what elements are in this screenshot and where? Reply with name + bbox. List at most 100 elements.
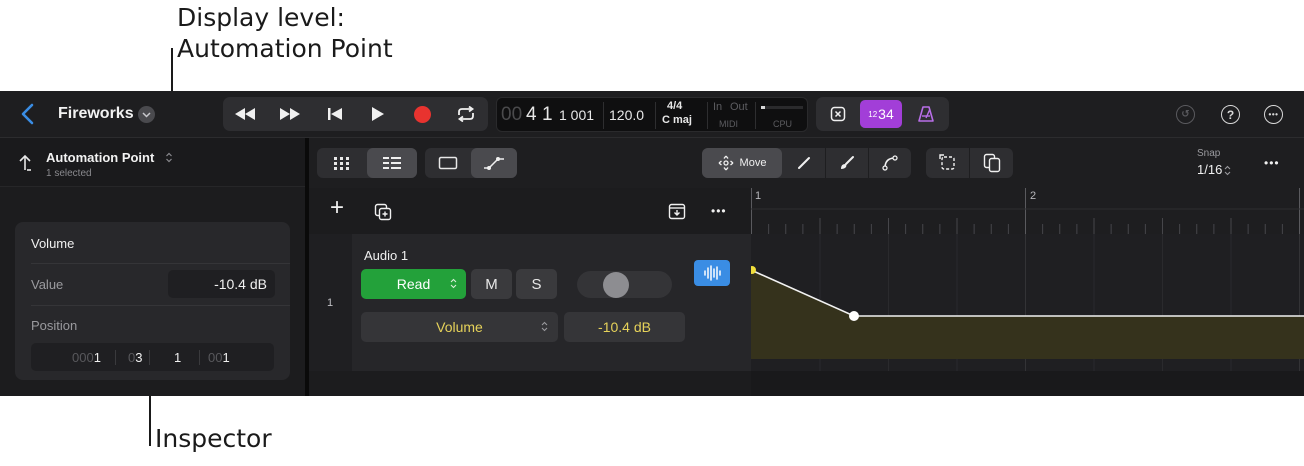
level-up-icon[interactable] (17, 153, 33, 171)
duplicate-track-icon[interactable] (374, 203, 392, 221)
position-beat[interactable]: 03 (128, 350, 142, 365)
play-icon (372, 107, 384, 121)
metronome-button[interactable] (906, 97, 946, 131)
track-header-more-icon[interactable]: ••• (711, 204, 727, 218)
parameter-chevron-icon (541, 321, 548, 332)
automation-curve-icon (484, 157, 504, 170)
go-to-start-button[interactable] (315, 97, 355, 131)
pan-slider[interactable] (577, 271, 672, 298)
pan-knob[interactable] (603, 272, 629, 298)
display-level-chevron-icon[interactable] (165, 151, 173, 164)
lcd-midi-label: MIDI (719, 119, 738, 129)
add-track-icon[interactable]: + (330, 196, 344, 220)
empty-track-area (751, 371, 1304, 396)
automation-point-selected[interactable] (849, 311, 859, 321)
go-to-start-icon (328, 108, 342, 120)
count-in-button[interactable]: 12 34 (860, 100, 902, 128)
divider (31, 263, 290, 264)
lcd-out-label: Out (730, 101, 748, 113)
marquee-icon (938, 154, 955, 170)
automation-parameter-value[interactable]: -10.4 dB (564, 312, 685, 342)
lcd-display[interactable]: 00 4 1 1 001 120.0 4/4 C maj In Out MIDI… (496, 97, 808, 132)
mute-button[interactable]: M (471, 269, 512, 299)
curve-tool-button[interactable] (869, 148, 911, 178)
project-title[interactable]: Fireworks (58, 105, 134, 123)
pencil-tool-button[interactable] (782, 148, 825, 178)
cycle-icon (457, 106, 475, 122)
undo-history-icon[interactable]: ↺ (1176, 105, 1195, 124)
rewind-button[interactable] (225, 97, 265, 131)
snap-chevron-icon[interactable] (1224, 165, 1231, 176)
track-number: 1 (327, 297, 334, 309)
automation-lane[interactable] (751, 234, 1304, 371)
view-toggle-group (317, 148, 417, 178)
count-in-main: 34 (878, 106, 894, 122)
tracks-area[interactable]: 1 2 (751, 188, 1304, 396)
edit-group (926, 148, 1013, 178)
lcd-tempo: 120.0 (609, 107, 645, 123)
callout-display-level: Display level: Automation Point (177, 3, 393, 63)
volume-section-title: Volume (31, 236, 75, 251)
position-bar[interactable]: 0001 (72, 350, 101, 365)
automation-view-button[interactable] (471, 148, 517, 178)
marquee-button[interactable] (926, 148, 969, 178)
tracks-toolbar: Move Snap 1/16 ••• (309, 138, 1304, 188)
lcd-separator (655, 102, 656, 129)
mode-buttons: 12 34 (816, 97, 949, 131)
fast-forward-button[interactable] (270, 97, 310, 131)
solo-button[interactable]: S (516, 269, 557, 299)
position-division[interactable]: 1 (174, 350, 181, 365)
snap-label: Snap (1197, 148, 1221, 159)
track-header[interactable]: 1 Audio 1 Read M S Volume -10.4 dB (309, 234, 751, 371)
ruler[interactable]: 1 2 (751, 188, 1304, 234)
automation-mode-button[interactable] (818, 97, 858, 131)
move-tool-button[interactable]: Move (702, 148, 782, 178)
automation-parameter-selector[interactable]: Volume (361, 312, 558, 342)
brush-tool-button[interactable] (826, 148, 868, 178)
value-field[interactable]: -10.4 dB (168, 270, 275, 298)
position-tick[interactable]: 001 (208, 350, 230, 365)
display-toggle-group (425, 148, 517, 178)
play-button[interactable] (358, 97, 398, 131)
count-in-small: 12 (868, 109, 878, 119)
back-chevron-icon[interactable] (18, 102, 40, 126)
record-button[interactable] (402, 97, 442, 131)
copy-icon (983, 153, 1000, 173)
rectangle-icon (438, 156, 458, 170)
position-separator (149, 350, 150, 365)
toolbar-more-icon[interactable]: ••• (1264, 156, 1280, 170)
track-number-column: 1 (309, 234, 352, 371)
project-menu-chevron-icon[interactable] (138, 106, 155, 123)
position-separator (199, 350, 200, 365)
value-label: Value (31, 277, 64, 292)
automation-fill (751, 270, 1304, 359)
input-monitor-button[interactable] (694, 260, 730, 286)
brush-icon (841, 156, 854, 169)
position-field[interactable]: 0001 03 1 001 (31, 343, 274, 371)
callout-line-inspector (149, 396, 151, 446)
lcd-position-ticks: 1 001 (559, 107, 595, 123)
automation-mode-selector[interactable]: Read (361, 269, 466, 299)
lcd-key: C maj (662, 114, 692, 126)
grid-view-button[interactable] (317, 148, 367, 178)
display-level-title[interactable]: Automation Point (46, 150, 154, 165)
lcd-separator (707, 102, 708, 129)
curve-icon (882, 155, 898, 171)
automation-mode-label: Read (396, 276, 431, 292)
download-tray-icon[interactable] (668, 203, 686, 220)
more-options-icon[interactable]: ••• (1264, 105, 1283, 124)
cycle-button[interactable] (446, 97, 486, 131)
track-name[interactable]: Audio 1 (364, 248, 408, 263)
region-view-button[interactable] (425, 148, 471, 178)
copy-paste-button[interactable] (970, 148, 1013, 178)
record-icon (413, 105, 431, 123)
automation-lane-graphic (751, 234, 1304, 371)
tracks-view-button[interactable] (367, 148, 417, 178)
snap-value[interactable]: 1/16 (1197, 162, 1222, 177)
inspector-panel: Automation Point 1 selected Volume Value… (0, 138, 305, 396)
square-x-icon (830, 106, 846, 122)
grid-icon (334, 157, 349, 170)
help-icon[interactable]: ? (1221, 105, 1240, 124)
transport-controls (223, 97, 488, 131)
lcd-cpu-label: CPU (773, 119, 793, 129)
